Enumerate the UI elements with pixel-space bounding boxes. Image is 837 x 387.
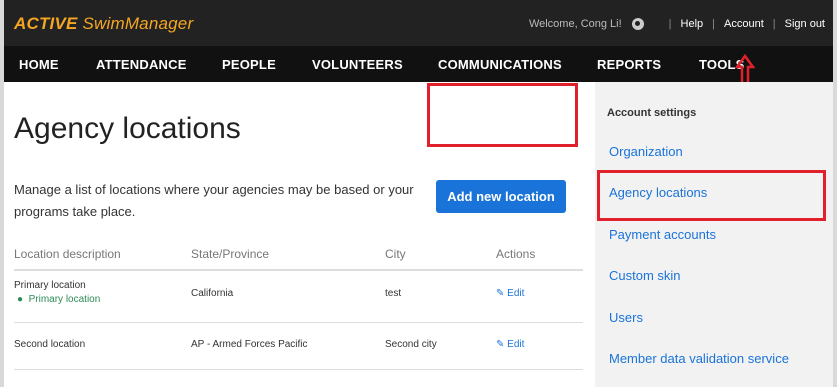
table-row: Primary location ● Primary location Cali… — [14, 272, 583, 323]
location-city: test — [385, 288, 402, 299]
help-link[interactable]: Help — [681, 18, 704, 30]
edit-link[interactable]: ✎ Edit — [496, 339, 524, 350]
sidebar-item-member-data-validation[interactable]: Member data validation service — [609, 351, 789, 366]
top-links: Welcome, Cong Li! | Help | Account | Sig… — [528, 18, 825, 30]
nav-home[interactable]: HOME — [19, 57, 59, 72]
nav-attendance[interactable]: ATTENDANCE — [96, 57, 187, 72]
nav-reports[interactable]: REPORTS — [597, 57, 661, 72]
pencil-icon: ✎ — [496, 339, 505, 350]
table-row: Second location AP - Armed Forces Pacifi… — [14, 323, 583, 370]
location-description: Primary location — [14, 280, 86, 291]
location-city: Second city — [385, 339, 437, 350]
add-new-location-button[interactable]: Add new location — [436, 180, 566, 213]
col-actions: Actions — [496, 247, 536, 261]
location-state: California — [191, 288, 234, 299]
sidebar-item-custom-skin[interactable]: Custom skin — [609, 268, 681, 283]
edit-link[interactable]: ✎ Edit — [496, 288, 524, 299]
page-description: Manage a list of locations where your ag… — [14, 182, 414, 219]
nav-communications[interactable]: COMMUNICATIONS — [438, 57, 562, 72]
col-state-province: State/Province — [191, 247, 270, 261]
sidebar-title: Account settings — [607, 107, 697, 119]
pencil-icon: ✎ — [496, 288, 505, 299]
location-description: Second location — [14, 339, 86, 350]
globe-icon[interactable] — [631, 18, 644, 30]
primary-location-badge: ● Primary location — [17, 294, 101, 305]
table-header: Location description State/Province City… — [14, 247, 583, 271]
app-logo[interactable]: ACTIVE SwimManager — [14, 14, 193, 34]
main-nav: HOME ATTENDANCE PEOPLE VOLUNTEERS COMMUN… — [4, 46, 833, 82]
col-location-description: Location description — [14, 247, 121, 261]
sidebar-item-payment-accounts[interactable]: Payment accounts — [609, 227, 716, 242]
sign-out-link[interactable]: Sign out — [785, 18, 825, 30]
map-pin-icon: ● — [17, 294, 24, 305]
nav-people[interactable]: PEOPLE — [222, 57, 276, 72]
location-state: AP - Armed Forces Pacific — [191, 339, 308, 350]
top-bar: ACTIVE SwimManager Welcome, Cong Li! | H… — [4, 0, 833, 46]
col-city: City — [385, 247, 406, 261]
account-link[interactable]: Account — [724, 18, 764, 30]
account-settings-sidebar: Account settings Organization Agency loc… — [595, 82, 833, 387]
annotation-highlight-agency-locations — [597, 170, 826, 221]
page-title: Agency locations — [14, 112, 241, 145]
nav-volunteers[interactable]: VOLUNTEERS — [312, 57, 403, 72]
sidebar-item-organization[interactable]: Organization — [609, 144, 683, 159]
annotation-highlight-add-button — [427, 83, 578, 147]
welcome-text: Welcome, Cong Li! — [528, 18, 622, 30]
sidebar-item-users[interactable]: Users — [609, 310, 643, 325]
